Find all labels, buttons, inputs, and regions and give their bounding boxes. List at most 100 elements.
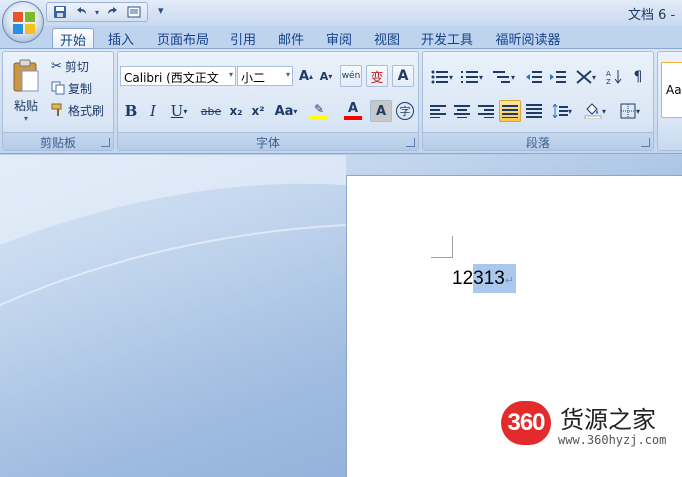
undo-dropdown-icon[interactable]: ▾ [93, 4, 101, 20]
superscript-button[interactable]: x² [248, 100, 268, 122]
ribbon: 粘贴 ▾ ✂ 剪切 复制 格式刷 剪贴板 Calibri (西文正文 ▾ 小二 … [0, 48, 682, 154]
font-color-button[interactable]: A [338, 100, 368, 122]
ribbon-tabs: 开始 插入 页面布局 引用 邮件 审阅 视图 开发工具 福昕阅读器 [0, 26, 682, 49]
change-case-button[interactable]: Aa ▾ [272, 100, 300, 122]
font-launcher-icon[interactable] [406, 138, 415, 147]
tab-developer[interactable]: 开发工具 [414, 28, 480, 48]
font-name-value: Calibri (西文正文 [124, 71, 219, 85]
align-center-button[interactable] [451, 100, 473, 122]
justify-icon [502, 105, 518, 118]
line-spacing-button[interactable]: ▾ [547, 100, 577, 122]
increase-indent-button[interactable] [547, 66, 569, 88]
clipboard-launcher-icon[interactable] [101, 138, 110, 147]
window-title: 文档 6 - [628, 8, 676, 23]
sort-button[interactable]: AZ [603, 66, 625, 88]
align-left-icon [430, 105, 446, 118]
align-center-icon [454, 105, 470, 118]
shrink-font-button[interactable]: A ▾ [316, 66, 336, 86]
bullet-list-icon [431, 70, 448, 84]
distributed-button[interactable] [523, 100, 545, 122]
paint-bucket-icon [584, 103, 602, 119]
borders-icon [620, 103, 636, 119]
paste-dropdown-icon: ▾ [23, 114, 28, 123]
font-name-select[interactable]: Calibri (西文正文 ▾ [120, 66, 236, 86]
justify-button[interactable] [499, 100, 521, 122]
multilevel-list-button[interactable]: ▾ [489, 66, 519, 88]
phonetic-guide-button[interactable]: wén [340, 65, 362, 87]
chevron-down-icon: ▾ [448, 72, 453, 82]
font-color-icon: A [347, 101, 359, 116]
tab-review[interactable]: 审阅 [318, 28, 360, 48]
tab-view[interactable]: 视图 [366, 28, 408, 48]
decrease-indent-button[interactable] [523, 66, 545, 88]
tab-references[interactable]: 引用 [222, 28, 264, 48]
paintbrush-icon [51, 103, 62, 116]
chevron-down-icon: ▾ [567, 106, 572, 116]
chevron-down-icon: ▾ [293, 106, 298, 116]
bullets-button[interactable]: ▾ [427, 66, 457, 88]
decrease-indent-icon [526, 71, 542, 83]
borders-button[interactable]: ▾ [613, 100, 647, 122]
clipboard-group: 粘贴 ▾ ✂ 剪切 复制 格式刷 剪贴板 [2, 51, 114, 151]
paste-label: 粘贴 [13, 99, 38, 113]
office-button[interactable] [2, 1, 44, 43]
strikethrough-button[interactable]: abe [198, 100, 224, 122]
chevron-down-icon: ▾ [591, 72, 596, 82]
font-size-value: 小二 [241, 71, 266, 85]
show-marks-button[interactable]: ¶ [627, 66, 649, 88]
tab-page-layout[interactable]: 页面布局 [150, 28, 216, 48]
office-logo-icon [13, 12, 35, 34]
tab-insert[interactable]: 插入 [100, 28, 142, 48]
paste-button[interactable]: 粘贴 ▾ [7, 56, 45, 126]
watermark-site-name: 货源之家 [560, 406, 656, 434]
document-text-plain: 12 [452, 268, 474, 289]
margin-corner-mark [431, 236, 453, 258]
cut-button[interactable]: ✂ 剪切 [51, 56, 89, 76]
enclose-chars-button[interactable]: 字 [394, 100, 416, 122]
copy-label: 复制 [68, 81, 93, 96]
tab-foxit-reader[interactable]: 福昕阅读器 [486, 28, 570, 48]
align-left-button[interactable] [427, 100, 449, 122]
font-size-select[interactable]: 小二 ▾ [237, 66, 293, 86]
style-preview-text: Aa [666, 83, 682, 97]
shading-button[interactable]: ▾ [579, 100, 611, 122]
numbering-button[interactable]: ▾ [457, 66, 487, 88]
print-preview-icon[interactable] [125, 4, 143, 20]
chinese-layout-button[interactable]: ▾ [571, 66, 601, 88]
highlight-color-bar [310, 116, 328, 120]
svg-text:Z: Z [606, 78, 611, 85]
char-border-icon: A [397, 68, 409, 84]
title-bar: ▾ ▾ 文档 6 - [0, 0, 682, 26]
clear-format-button[interactable]: 变 [366, 65, 388, 87]
highlight-color-button[interactable]: ✎ [304, 100, 334, 122]
undo-icon[interactable] [72, 4, 90, 20]
copy-icon [51, 81, 65, 95]
chevron-down-icon: ▾ [228, 70, 233, 79]
format-painter-label: 格式刷 [68, 103, 105, 118]
paragraph-mark: ↵ [504, 275, 515, 287]
redo-icon[interactable] [104, 4, 122, 20]
clear-format-icon: 变 [370, 70, 384, 86]
document-text-selection[interactable]: 313↵ [473, 264, 517, 293]
paragraph-launcher-icon[interactable] [641, 138, 650, 147]
copy-button[interactable]: 复制 [51, 78, 92, 98]
watermark-url: www.360hyzj.com [558, 433, 667, 447]
format-painter-button[interactable]: 格式刷 [51, 100, 104, 120]
bold-button[interactable]: B [122, 100, 140, 122]
document-text[interactable]: 12313↵ [452, 264, 517, 293]
italic-button[interactable]: I [144, 100, 162, 122]
customize-qat-button[interactable]: ▾ [158, 4, 164, 17]
save-icon[interactable] [51, 4, 69, 20]
tab-mailings[interactable]: 邮件 [270, 28, 312, 48]
clipboard-icon [13, 59, 39, 92]
subscript-button[interactable]: x₂ [226, 100, 246, 122]
chevron-down-icon: ▾ [478, 72, 483, 82]
char-shading-button[interactable]: A [370, 100, 392, 122]
style-normal-preview[interactable]: Aa [661, 62, 682, 118]
underline-button[interactable]: U ▾ [166, 100, 192, 122]
tab-home[interactable]: 开始 [52, 28, 94, 49]
grow-font-button[interactable]: A ▴ [296, 66, 316, 86]
align-right-button[interactable] [475, 100, 497, 122]
char-border-button[interactable]: A [392, 65, 414, 87]
enclose-chars-icon: 字 [396, 102, 414, 120]
